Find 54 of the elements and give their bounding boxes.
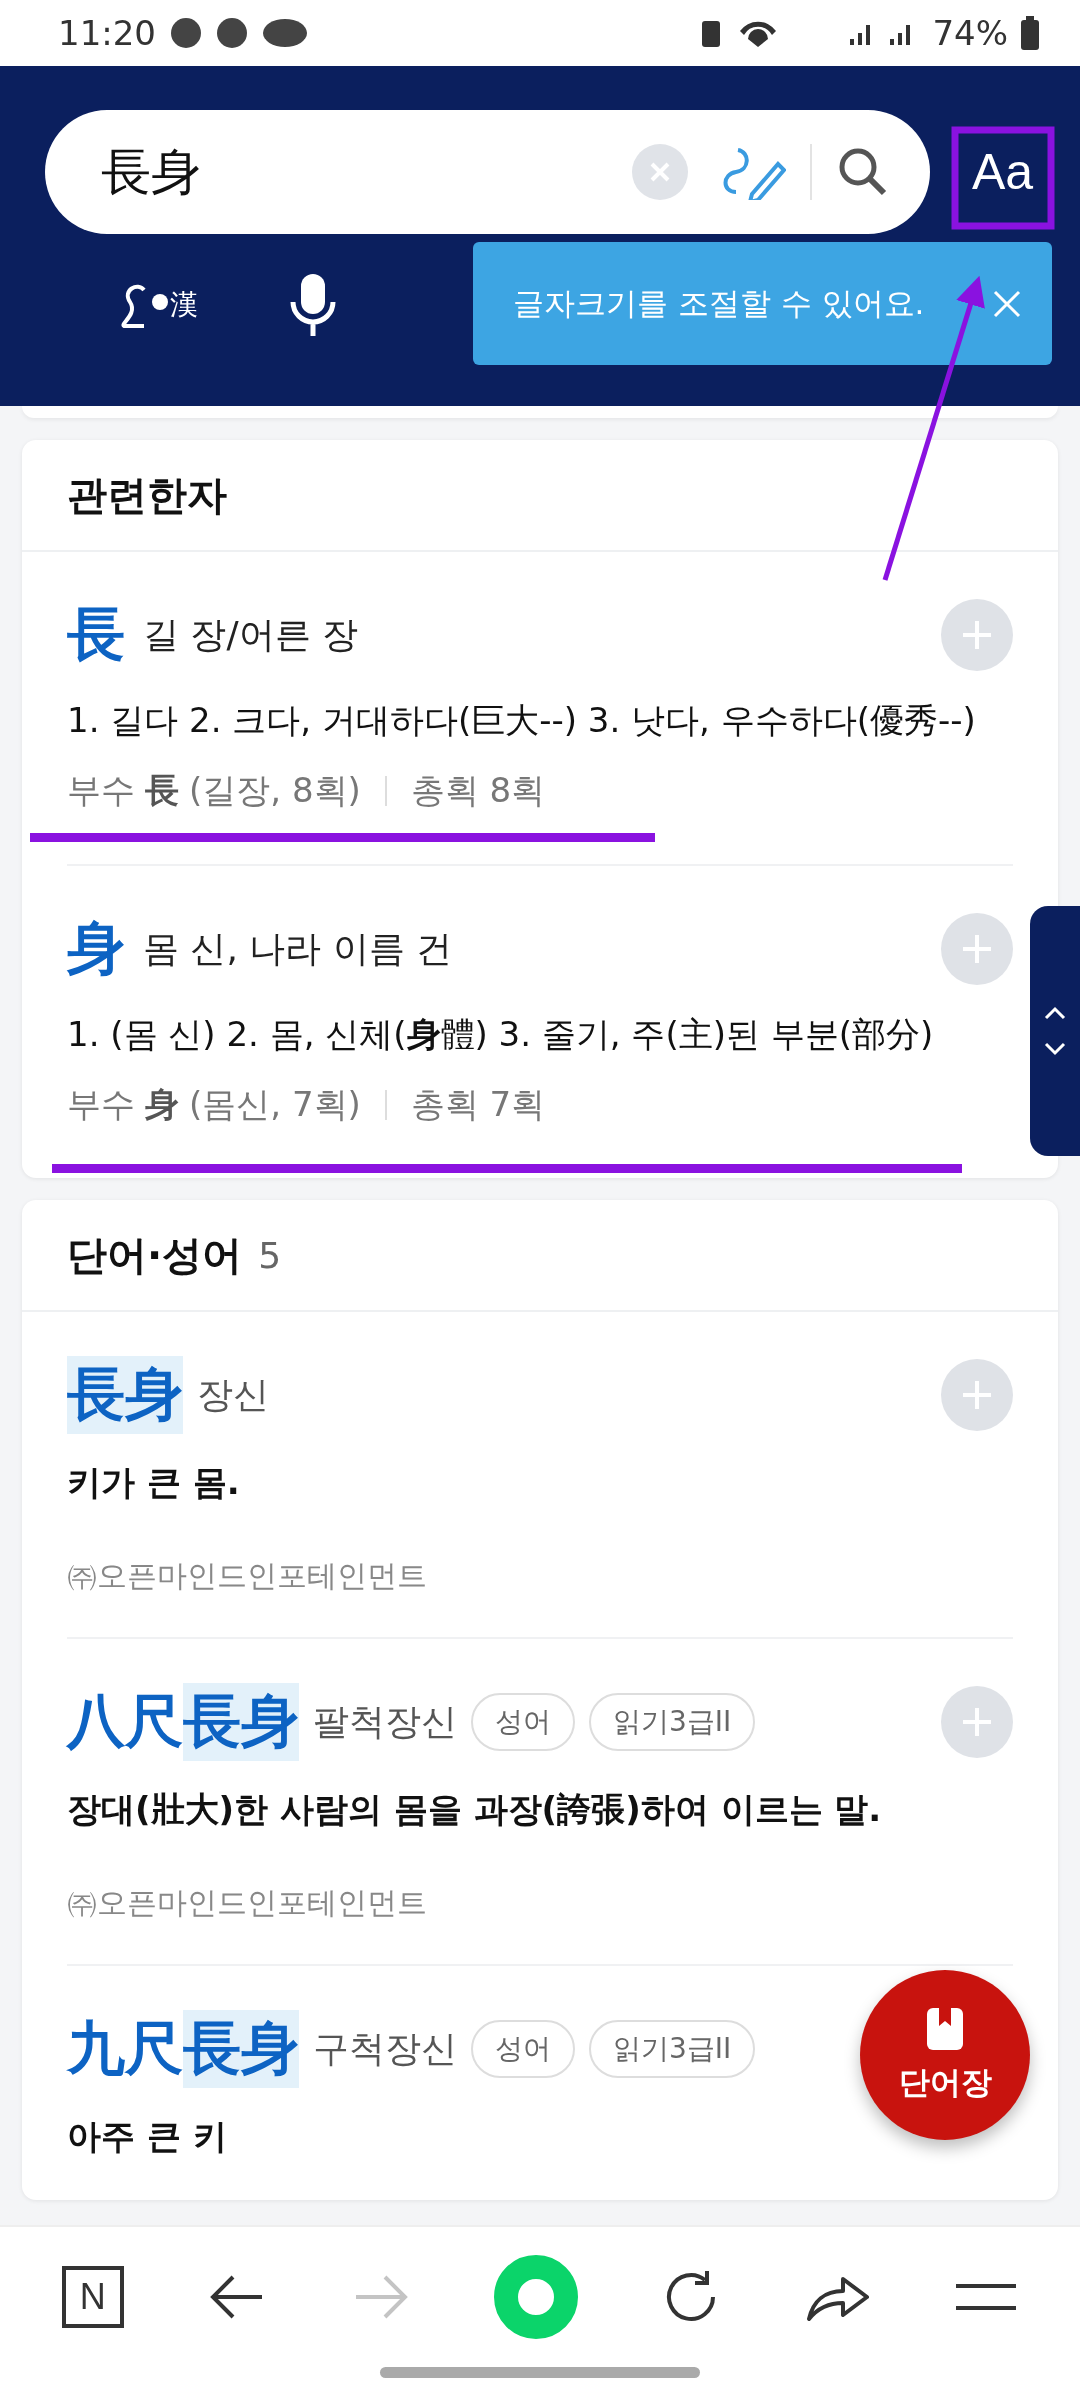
hanja-meaning: 1. 길다 2. 크다, 거대하다(巨大--) 3. 낫다, 우수하다(優秀--) — [67, 699, 977, 742]
word-meaning: 장대(壯大)한 사람의 몸을 과장(誇張)하여 이르는 말. — [67, 1788, 883, 1831]
battery-percent: 74% — [932, 13, 1008, 53]
word-tag: 성어 — [471, 2020, 575, 2078]
tooltip-text: 글자크기를 조절할 수 있어요. — [513, 283, 925, 323]
word-count: 5 — [258, 1234, 282, 1276]
chat-notification-icon — [262, 18, 308, 48]
hanja-character[interactable]: 長 — [67, 596, 125, 674]
word-tag: 성어 — [471, 1693, 575, 1751]
word-source: ㈜오픈마인드인포테인먼트 — [67, 1884, 428, 1922]
word-meaning: 아주 큰 키 — [67, 2115, 228, 2158]
word-reading: 장신 — [197, 1372, 269, 1417]
plus-icon — [960, 1705, 994, 1739]
plus-icon — [960, 932, 994, 966]
stroke-count: 총획 8획 — [410, 769, 546, 812]
app-notification-icon — [216, 17, 248, 49]
microphone-icon[interactable] — [288, 272, 338, 338]
radical-hanja[interactable]: 身 — [145, 1082, 179, 1128]
plus-icon — [960, 1378, 994, 1412]
word-tag: 읽기3급II — [589, 2020, 756, 2078]
plus-icon — [960, 618, 994, 652]
hanja-handwriting-button[interactable]: 漢 — [120, 282, 198, 328]
font-size-button[interactable]: Aa — [955, 124, 1050, 220]
bookmark-icon — [925, 2006, 965, 2052]
word-tag: 읽기3급II — [589, 1693, 756, 1751]
scroll-tab[interactable] — [1030, 906, 1080, 1156]
chevron-down-icon[interactable] — [1043, 1041, 1067, 1057]
radical-info: (길장, 8획) — [189, 769, 361, 812]
menu-icon[interactable] — [954, 2282, 1019, 2312]
hanja-reading: 길 장/어른 장 — [143, 612, 358, 657]
stroke-count: 총획 7획 — [410, 1083, 546, 1126]
section-title: 단어·성어 — [67, 1230, 243, 1280]
radical-label: 부수 — [67, 1083, 135, 1126]
radical-label: 부수 — [67, 769, 135, 812]
status-time: 11:20 — [58, 13, 156, 53]
section-title: 관련한자 — [67, 470, 227, 520]
home-logo[interactable]: N — [61, 2266, 124, 2328]
close-icon[interactable] — [992, 288, 1022, 319]
hanja-reading: 몸 신, 나라 이름 건 — [143, 926, 453, 971]
word-source: ㈜오픈마인드인포테인먼트 — [67, 1557, 428, 1595]
word-meaning: 키가 큰 몸. — [67, 1461, 241, 1504]
radical-hanja[interactable]: 長 — [145, 768, 179, 814]
word-hanja[interactable]: 長身 — [67, 1356, 183, 1434]
word-reading: 팔척장신 — [313, 1699, 457, 1744]
search-query: 長身 — [101, 141, 202, 203]
app-notification-icon — [170, 17, 202, 49]
hanja-character[interactable]: 身 — [67, 910, 125, 988]
battery-icon — [1020, 16, 1040, 50]
word-reading: 구척장신 — [313, 2026, 457, 2071]
radical-info: (몸신, 7획) — [189, 1083, 361, 1126]
search-field[interactable]: 長身 — [45, 110, 930, 234]
hanja-meaning: 1. (몸 신) 2. 몸, 신체(身體) 3. 줄기, 주(主)된 부분(部分) — [67, 1013, 935, 1056]
chevron-up-icon[interactable] — [1043, 1005, 1067, 1021]
clear-icon — [648, 160, 672, 184]
